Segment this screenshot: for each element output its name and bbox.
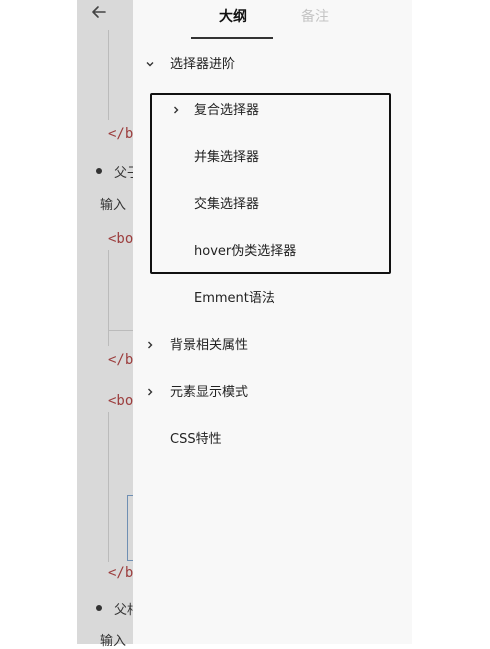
- outline-item-display-mode[interactable]: 元素显示模式: [170, 383, 248, 403]
- code-closing-tag: </b: [108, 565, 134, 581]
- chevron-right-icon[interactable]: [144, 383, 156, 403]
- panel-tabs: 大纲 备注: [133, 0, 412, 40]
- right-margin: [412, 0, 490, 644]
- bullet-dot: [96, 605, 102, 611]
- bullet-dot: [96, 168, 102, 174]
- code-block-border: [108, 412, 109, 562]
- chevron-down-icon[interactable]: [144, 55, 156, 75]
- active-tab-indicator: [191, 37, 273, 39]
- code-closing-tag: </b: [108, 352, 134, 368]
- outline-item-selector-advanced[interactable]: 选择器进阶: [170, 55, 235, 75]
- code-closing-tag: </b: [108, 126, 134, 142]
- highlight-box: [150, 93, 391, 274]
- input-label: 输入: [100, 198, 127, 213]
- input-label: 输入: [100, 634, 127, 649]
- chevron-right-icon[interactable]: [144, 336, 156, 356]
- outline-item-css-features[interactable]: CSS特性: [170, 430, 222, 450]
- arrow-left-icon[interactable]: [88, 4, 110, 26]
- code-block-border: [108, 30, 109, 120]
- outline-item-emmet[interactable]: Emment语法: [194, 289, 275, 309]
- code-block-line: [108, 330, 133, 331]
- left-margin: [0, 0, 77, 644]
- tab-outline[interactable]: 大纲: [219, 6, 247, 28]
- outline-item-background[interactable]: 背景相关属性: [170, 336, 248, 356]
- code-block-border: [108, 250, 109, 346]
- tab-notes[interactable]: 备注: [301, 6, 329, 28]
